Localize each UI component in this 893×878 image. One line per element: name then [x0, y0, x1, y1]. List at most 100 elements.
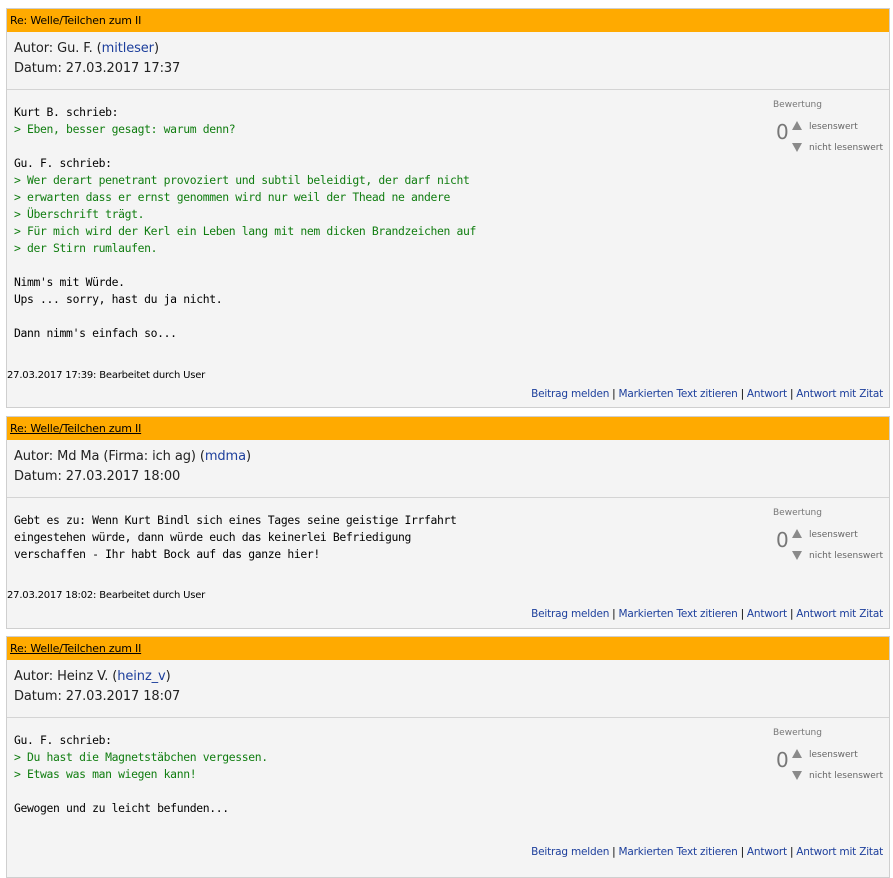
rate-up-link[interactable]: lesenswert	[809, 122, 858, 132]
text-line: Nimm's mit Würde.	[14, 275, 125, 289]
quote-line: > Wer derart penetrant provoziert und su…	[14, 173, 470, 187]
post-header: Re: Welle/Teilchen zum II	[7, 637, 889, 660]
author-line: Autor: Md Ma (Firma: ich ag) (mdma)	[14, 447, 251, 467]
quote-line: > Du hast die Magnetstäbchen vergessen.	[14, 750, 268, 764]
reply-link[interactable]: Antwort	[747, 846, 787, 858]
post-date: Datum: 27.03.2017 18:00	[14, 469, 181, 484]
quote-line: > Für mich wird der Kerl ein Leben lang …	[14, 224, 477, 238]
edited-note: 27.03.2017 17:39: Bearbeitet durch User	[7, 370, 206, 381]
divider	[7, 497, 889, 498]
post-date: Datum: 27.03.2017 18:07	[14, 689, 181, 704]
action-separator: |	[740, 846, 745, 858]
thumb-up-icon[interactable]	[792, 121, 802, 130]
thumb-down-icon[interactable]	[792, 551, 802, 560]
reply-with-quote-link[interactable]: Antwort mit Zitat	[796, 846, 883, 858]
action-separator: |	[740, 608, 745, 620]
post-meta: Autor: Heinz V. (heinz_v) Datum: 27.03.2…	[14, 667, 180, 707]
action-separator: |	[612, 388, 616, 400]
post-meta: Autor: Md Ma (Firma: ich ag) (mdma) Datu…	[14, 447, 251, 487]
post-actions: Beitrag melden | Markierten Text zitieren |…	[531, 608, 883, 620]
text-line: Dann nimm's einfach so...	[14, 326, 177, 340]
text-line: Gewogen und zu leicht befunden...	[14, 801, 229, 815]
thumb-down-icon[interactable]	[792, 771, 802, 780]
author-link[interactable]: mitleser	[102, 41, 154, 56]
forum-post: Re: Welle/Teilchen zum II Autor: Heinz V…	[6, 636, 890, 878]
post-actions: Beitrag melden | Markierten Text zitieren |…	[531, 388, 883, 400]
post-header: Re: Welle/Teilchen zum II	[7, 9, 889, 32]
author-link[interactable]: heinz_v	[117, 669, 166, 684]
post-meta: Autor: Gu. F. (mitleser) Datum: 27.03.20…	[14, 39, 180, 79]
reply-with-quote-link[interactable]: Antwort mit Zitat	[796, 608, 883, 620]
text-line	[14, 783, 268, 800]
text-line	[14, 257, 476, 274]
author-close: )	[165, 669, 171, 684]
reply-link[interactable]: Antwort	[747, 608, 787, 620]
rating-label: Bewertung	[773, 728, 822, 738]
rating-widget: Bewertung 0 lesenswert nicht lesenswert	[763, 100, 883, 160]
text-line: Gebt es zu: Wenn Kurt Bindl sich eines T…	[14, 513, 457, 527]
reply-link[interactable]: Antwort	[747, 388, 787, 400]
action-separator: |	[789, 846, 794, 858]
post-header: Re: Welle/Teilchen zum II	[7, 417, 889, 440]
rating-score: 0	[776, 528, 789, 552]
post-actions: Beitrag melden | Markierten Text zitieren |…	[531, 846, 883, 858]
post-title-link[interactable]: Re: Welle/Teilchen zum II	[10, 422, 141, 435]
post-body: Kurt B. schrieb: > Eben, besser gesagt: w…	[14, 104, 476, 342]
report-post-link[interactable]: Beitrag melden	[531, 608, 609, 620]
rating-label: Bewertung	[773, 100, 822, 110]
thumb-up-icon[interactable]	[792, 529, 802, 538]
text-line: Kurt B. schrieb:	[14, 105, 119, 119]
rate-down-link[interactable]: nicht lesenswert	[809, 771, 883, 781]
action-separator: |	[740, 388, 745, 400]
text-line: verschaffen - Ihr habt Bock auf das ganz…	[14, 547, 320, 561]
author-line: Autor: Heinz V. (heinz_v)	[14, 667, 180, 687]
author-label: Autor: Gu. F. (	[14, 41, 102, 56]
rating-label: Bewertung	[773, 508, 822, 518]
forum-post: Re: Welle/Teilchen zum II Autor: Md Ma (…	[6, 416, 890, 629]
quote-line: > Etwas was man wiegen kann!	[14, 767, 197, 781]
action-separator: |	[612, 608, 616, 620]
quote-line: > erwarten dass er ernst genommen wird n…	[14, 190, 451, 204]
action-separator: |	[612, 846, 616, 858]
rating-score: 0	[776, 748, 789, 772]
divider	[7, 89, 889, 90]
text-line	[14, 138, 476, 155]
report-post-link[interactable]: Beitrag melden	[531, 846, 609, 858]
author-link[interactable]: mdma	[205, 449, 246, 464]
quote-line: > Überschrift trägt.	[14, 207, 145, 221]
rate-down-link[interactable]: nicht lesenswert	[809, 143, 883, 153]
text-line: Gu. F. schrieb:	[14, 156, 112, 170]
author-close: )	[153, 41, 159, 56]
post-body: Gebt es zu: Wenn Kurt Bindl sich eines T…	[14, 512, 457, 563]
quote-selected-link[interactable]: Markierten Text zitieren	[619, 846, 738, 858]
rating-score: 0	[776, 120, 789, 144]
post-body: Gu. F. schrieb: > Du hast die Magnetstäbc…	[14, 732, 268, 817]
divider	[7, 717, 889, 718]
thumb-up-icon[interactable]	[792, 749, 802, 758]
post-title-link[interactable]: Re: Welle/Teilchen zum II	[10, 642, 141, 655]
rating-widget: Bewertung 0 lesenswert nicht lesenswert	[763, 728, 883, 788]
thumb-down-icon[interactable]	[792, 143, 802, 152]
text-line	[14, 308, 476, 325]
text-line: Gu. F. schrieb:	[14, 733, 112, 747]
quote-line: > der Stirn rumlaufen.	[14, 241, 158, 255]
forum-post: Re: Welle/Teilchen zum II Autor: Gu. F. …	[6, 8, 890, 408]
action-separator: |	[789, 608, 794, 620]
quote-selected-link[interactable]: Markierten Text zitieren	[619, 608, 738, 620]
rate-up-link[interactable]: lesenswert	[809, 750, 858, 760]
author-label: Autor: Md Ma (Firma: ich ag) (	[14, 449, 205, 464]
rate-up-link[interactable]: lesenswert	[809, 530, 858, 540]
reply-with-quote-link[interactable]: Antwort mit Zitat	[796, 388, 883, 400]
report-post-link[interactable]: Beitrag melden	[531, 388, 609, 400]
edited-note: 27.03.2017 18:02: Bearbeitet durch User	[7, 590, 206, 601]
text-line: Ups ... sorry, hast du ja nicht.	[14, 292, 223, 306]
author-label: Autor: Heinz V. (	[14, 669, 118, 684]
text-line: eingestehen würde, dann würde euch das k…	[14, 530, 411, 544]
action-separator: |	[789, 388, 794, 400]
quote-selected-link[interactable]: Markierten Text zitieren	[619, 388, 738, 400]
post-date: Datum: 27.03.2017 17:37	[14, 61, 181, 76]
author-close: )	[245, 449, 251, 464]
author-line: Autor: Gu. F. (mitleser)	[14, 39, 180, 59]
quote-line: > Eben, besser gesagt: warum denn?	[14, 122, 236, 136]
rate-down-link[interactable]: nicht lesenswert	[809, 551, 883, 561]
